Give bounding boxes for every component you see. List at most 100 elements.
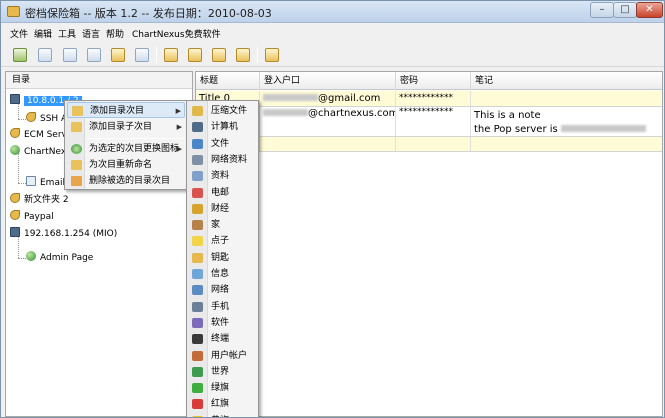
table-row[interactable]	[196, 137, 662, 152]
context-menu: 添加目录次目 ▶ 添加目录子次目 ▶ 为选定的次目更换图标 ▶ 为次目重新命名 删除被…	[64, 100, 188, 190]
archive-icon	[192, 106, 203, 116]
mail-icon	[192, 187, 203, 198]
submenu-item[interactable]: 压缩文件	[187, 103, 258, 119]
computer-icon	[192, 122, 203, 133]
submenu-item-label: 财经	[211, 203, 230, 214]
menu-tools[interactable]: 工具	[58, 27, 76, 40]
tree-node[interactable]: 192.168.1.254 (MIO)	[10, 227, 117, 241]
info-icon	[192, 269, 203, 279]
rename-folder-icon[interactable]	[212, 48, 226, 62]
submenu-item-label: 终端	[211, 334, 230, 345]
cell-login	[260, 137, 396, 151]
mail-icon	[26, 176, 36, 186]
add-folder-icon[interactable]	[164, 48, 178, 62]
submenu-item[interactable]: 网络	[187, 282, 258, 298]
tree-node-label: 新文件夹 2	[24, 195, 69, 205]
menu-help[interactable]: 帮助	[106, 27, 124, 40]
add-item-icon	[72, 106, 83, 116]
mobile-icon	[192, 301, 203, 312]
submenu-item[interactable]: 计算机	[187, 119, 258, 135]
menu-chartnexus[interactable]: ChartNexus免费软件	[132, 27, 221, 40]
save-icon[interactable]	[63, 48, 77, 62]
menu-language[interactable]: 语言	[82, 27, 100, 40]
maximize-button[interactable]: □	[613, 2, 637, 18]
computer-icon	[10, 227, 20, 237]
submenu-item-label: 网络资料	[211, 154, 248, 165]
cell-password: ************	[396, 107, 471, 136]
tree-node[interactable]: SSH A	[26, 112, 67, 126]
submenu-item-label: 软件	[211, 317, 230, 328]
change-icon-icon	[71, 144, 82, 154]
tree-line	[18, 183, 26, 184]
minimize-button[interactable]: –	[590, 2, 614, 18]
menu-file[interactable]: 文件	[10, 27, 28, 40]
submenu-item[interactable]: 绿旗	[187, 380, 258, 396]
key-icon	[10, 193, 20, 203]
submenu-item[interactable]: 手机	[187, 299, 258, 315]
column-header-title[interactable]: 标题	[196, 72, 260, 90]
submenu-item[interactable]: 黄旗	[187, 413, 258, 417]
globe-icon	[10, 145, 20, 155]
menu-item-delete[interactable]: 删除被选的目录次目	[67, 173, 185, 189]
menu-item-change-icon[interactable]: 为选定的次目更换图标 ▶	[67, 141, 185, 157]
menu-item-rename[interactable]: 为次目重新命名	[67, 157, 185, 173]
key-icon	[192, 252, 203, 263]
submenu-item-label: 压缩文件	[211, 106, 248, 116]
submenu-item[interactable]: 电邮	[187, 185, 258, 201]
close-button[interactable]: ✕	[636, 2, 663, 18]
column-header-login[interactable]: 登入户口	[260, 72, 396, 90]
submenu-item-label: 计算机	[211, 122, 239, 133]
submenu-item[interactable]: 红旗	[187, 396, 258, 412]
key-icon	[10, 128, 20, 138]
key-icon	[10, 210, 20, 220]
data-icon	[192, 171, 203, 182]
submenu-item[interactable]: 点子	[187, 233, 258, 249]
menu-item-add-item[interactable]: 添加目录次目 ▶	[67, 102, 185, 118]
rename-icon	[71, 160, 82, 170]
add-subfolder-icon[interactable]	[188, 48, 202, 62]
submenu-item[interactable]: 用户帐户	[187, 348, 258, 364]
tree-node[interactable]: Paypal	[10, 210, 54, 224]
submenu-item[interactable]: 终端	[187, 331, 258, 347]
idea-icon	[192, 236, 203, 247]
menu-edit[interactable]: 编辑	[34, 27, 52, 40]
submenu-item[interactable]: 软件	[187, 315, 258, 331]
title-bar[interactable]: 密档保险箱 -- 版本 1.2 -- 发布日期：2010-08-03 – □ ✕	[1, 1, 664, 23]
edit-entry-icon[interactable]	[265, 48, 279, 62]
finance-icon	[192, 203, 203, 214]
tree-line	[18, 119, 26, 120]
submenu-item[interactable]: 资料	[187, 168, 258, 184]
new-entry-icon[interactable]	[13, 48, 27, 62]
delete-folder-icon[interactable]	[236, 48, 250, 62]
network-icon	[192, 285, 203, 296]
table-row[interactable]: @chartnexus.com ************ This is a n…	[196, 107, 662, 137]
grid-header: 标题 登入户口 密码 笔记	[196, 72, 662, 90]
submenu-item[interactable]: 信息	[187, 266, 258, 282]
save-as-icon[interactable]	[87, 48, 101, 62]
red-flag-icon	[192, 399, 203, 410]
submenu-item-label: 家	[211, 220, 221, 231]
menu-item-add-subitem[interactable]: 添加目录子次目 ▶	[67, 119, 185, 135]
tree-node[interactable]: 新文件夹 2	[10, 193, 69, 207]
tree-node[interactable]: Admin Page	[26, 251, 93, 265]
table-row[interactable]: Title 0 @gmail.com ************	[196, 91, 662, 107]
column-header-password[interactable]: 密码	[396, 72, 471, 90]
unlock-icon[interactable]	[135, 48, 149, 62]
submenu-item[interactable]: 家	[187, 217, 258, 233]
submenu-item[interactable]: 文件	[187, 136, 258, 152]
submenu-item[interactable]: 世界	[187, 364, 258, 380]
submenu-item[interactable]: 网络资料	[187, 152, 258, 168]
tree-node[interactable]: ChartNexu	[10, 145, 72, 159]
computer-icon	[10, 94, 20, 104]
home-icon	[192, 220, 203, 231]
submenu-item[interactable]: 财经	[187, 201, 258, 217]
submenu-item-label: 手机	[211, 301, 230, 312]
lock-icon[interactable]	[111, 48, 125, 62]
submenu-item-label: 世界	[211, 366, 230, 377]
open-icon[interactable]	[38, 48, 52, 62]
column-header-notes[interactable]: 笔记	[471, 72, 662, 90]
submenu-item[interactable]: 钥匙	[187, 250, 258, 266]
add-subitem-icon	[71, 122, 82, 132]
submenu-item-label: 网络	[211, 285, 230, 296]
window-title: 密档保险箱 -- 版本 1.2 -- 发布日期：2010-08-03	[25, 7, 272, 20]
